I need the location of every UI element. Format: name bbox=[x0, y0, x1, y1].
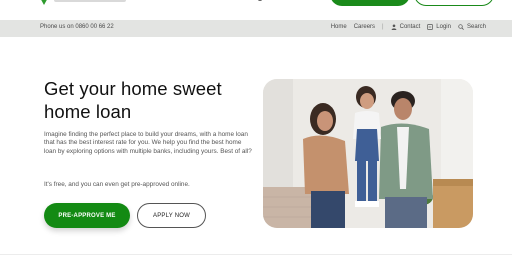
utility-bar: Phone us on 0860 00 66 22 Home Careers |… bbox=[0, 20, 512, 37]
hero-free-text: It's free, and you can even get pre-appr… bbox=[44, 181, 190, 188]
section-divider bbox=[0, 254, 512, 255]
pre-approve-button[interactable]: PRE-APPROVE ME bbox=[44, 203, 130, 228]
careers-link[interactable]: Careers bbox=[354, 24, 375, 30]
hero-title: Get your home sweet home loan bbox=[44, 78, 222, 122]
home-link[interactable]: Home bbox=[331, 24, 347, 30]
logo-icon[interactable] bbox=[38, 0, 50, 6]
login-link[interactable]: Login bbox=[427, 24, 451, 30]
search-icon bbox=[458, 24, 464, 30]
search-label: Search bbox=[466, 24, 486, 30]
phone-number[interactable]: Phone us on 0860 00 66 22 bbox=[40, 24, 114, 30]
contact-label: Contact bbox=[399, 24, 421, 30]
user-icon bbox=[391, 24, 397, 30]
login-icon bbox=[427, 24, 434, 30]
site-header bbox=[0, 0, 512, 20]
header-outline-button[interactable] bbox=[414, 0, 494, 6]
logo-wordmark[interactable] bbox=[54, 0, 126, 2]
search-link[interactable]: Search bbox=[458, 24, 486, 30]
link-separator: | bbox=[382, 24, 384, 30]
contact-link[interactable]: Contact bbox=[391, 24, 421, 30]
apply-now-button[interactable]: APPLY NOW bbox=[137, 203, 206, 228]
family-illustration bbox=[263, 79, 473, 228]
login-label: Login bbox=[436, 24, 451, 30]
nav-menu-fragment[interactable] bbox=[258, 0, 262, 1]
hero-family-photo bbox=[263, 79, 473, 228]
hero-description: Imagine finding the perfect place to bui… bbox=[44, 131, 252, 155]
header-cta-button[interactable] bbox=[330, 0, 410, 6]
utility-links: Home Careers | Contact Login Search bbox=[324, 24, 486, 30]
